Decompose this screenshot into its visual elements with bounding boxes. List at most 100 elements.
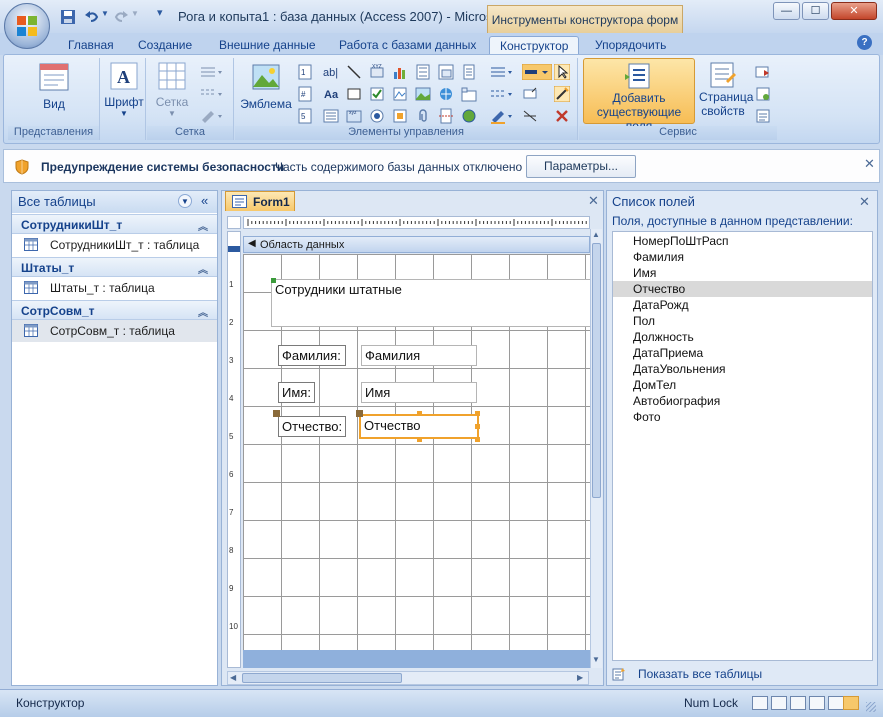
add-existing-fields-button[interactable]: Добавить существующие поля — [583, 58, 695, 133]
convert-macros-icon[interactable] — [755, 108, 771, 124]
name-textbox[interactable]: Имя — [361, 382, 477, 403]
title-control-icon[interactable]: 1 — [297, 64, 313, 80]
tab-database-tools[interactable]: Работа с базами данных — [329, 36, 486, 55]
save-icon[interactable] — [60, 9, 76, 25]
form-selector[interactable] — [227, 216, 241, 229]
name-label[interactable]: Имя: — [278, 382, 315, 403]
nav-group-staff[interactable]: СотрудникиШт_т ︽ — [12, 214, 217, 234]
pivot-chart-view-button[interactable] — [809, 696, 825, 710]
help-icon[interactable]: ? — [857, 35, 872, 50]
line-icon[interactable] — [346, 64, 362, 80]
patronymic-textbox-selected[interactable]: Отчество — [359, 414, 479, 439]
radio-button-icon[interactable] — [369, 108, 385, 124]
surname-label[interactable]: Фамилия: — [278, 345, 346, 366]
view-button[interactable]: Вид — [30, 61, 78, 111]
close-message-bar-icon[interactable]: ✕ — [864, 156, 875, 172]
border-thickness-icon[interactable] — [489, 64, 513, 80]
line-style-icon[interactable] — [522, 108, 538, 124]
design-grid[interactable]: Сотрудники штатные Фамилия: Фамилия Имя:… — [243, 254, 590, 650]
list-box-icon[interactable] — [323, 108, 339, 124]
nav-item-part-time-table[interactable]: СотрСовм_т : таблица — [12, 320, 217, 342]
resize-grip-icon[interactable] — [866, 702, 876, 712]
text-box-icon[interactable]: ab| — [323, 64, 339, 80]
customize-qat-icon[interactable]: ▾ — [157, 6, 163, 19]
web-browser-icon[interactable] — [461, 108, 477, 124]
collapse-group-icon[interactable]: ︽ — [198, 304, 208, 319]
unbound-object-icon[interactable] — [392, 86, 408, 102]
page-numbers-icon[interactable]: # — [297, 86, 313, 102]
field-item[interactable]: Фамилия — [613, 249, 872, 265]
activex-icon[interactable] — [554, 108, 570, 124]
redo-dropdown-icon[interactable]: ▼ — [131, 9, 139, 18]
collapse-group-icon[interactable]: ︽ — [198, 261, 208, 276]
border-color-icon[interactable] — [489, 108, 513, 124]
toggle-button-icon[interactable]: XYZ — [369, 64, 385, 80]
field-item[interactable]: Имя — [613, 265, 872, 281]
form-view-button[interactable] — [752, 696, 768, 710]
resize-handle[interactable] — [475, 437, 480, 442]
pivot-table-view-button[interactable] — [790, 696, 806, 710]
scroll-up-icon[interactable]: ▲ — [592, 230, 600, 239]
tab-control-icon[interactable] — [461, 86, 477, 102]
field-item-selected[interactable]: Отчество — [613, 281, 872, 297]
tab-design[interactable]: Конструктор — [489, 36, 580, 55]
tab-home[interactable]: Главная — [58, 36, 124, 55]
surname-textbox[interactable]: Фамилия — [361, 345, 477, 366]
horizontal-scrollbar[interactable]: ◀ ▶ — [227, 671, 589, 685]
close-button[interactable]: ✕ — [831, 2, 877, 20]
subform-icon[interactable] — [438, 64, 454, 80]
tab-create[interactable]: Создание — [128, 36, 202, 55]
chart-icon[interactable] — [392, 64, 408, 80]
bound-object-icon[interactable] — [392, 108, 408, 124]
collapse-nav-pane-icon[interactable]: « — [201, 193, 208, 208]
insert-page-icon[interactable] — [461, 64, 477, 80]
undo-dropdown-icon[interactable]: ▼ — [101, 9, 109, 18]
field-item[interactable]: Пол — [613, 313, 872, 329]
logo-button[interactable]: Эмблема — [239, 61, 293, 111]
field-item[interactable]: НомерПоШтРасп — [613, 233, 872, 249]
resize-handle[interactable] — [475, 411, 480, 416]
close-document-icon[interactable]: ✕ — [588, 193, 599, 209]
form-title-label[interactable]: Сотрудники штатные — [271, 279, 590, 327]
image-icon[interactable] — [415, 86, 431, 102]
design-view-button[interactable] — [843, 696, 859, 710]
nav-menu-dropdown-icon[interactable]: ▼ — [178, 194, 192, 208]
property-sheet-button[interactable]: Страница свойств — [699, 61, 753, 118]
resize-handle[interactable] — [417, 437, 422, 442]
combo-box-icon[interactable] — [415, 64, 431, 80]
field-item[interactable]: Фото — [613, 409, 872, 425]
scroll-down-icon[interactable]: ▼ — [592, 655, 600, 664]
tab-arrange[interactable]: Упорядочить — [585, 36, 676, 55]
field-item[interactable]: ДомТел — [613, 377, 872, 393]
field-item[interactable]: Должность — [613, 329, 872, 345]
line-color-icon[interactable] — [199, 108, 223, 124]
field-item[interactable]: ДатаРожд — [613, 297, 872, 313]
resize-handle[interactable] — [475, 424, 480, 429]
patronymic-label[interactable]: Отчество: — [278, 416, 346, 437]
rectangle-icon[interactable] — [346, 86, 362, 102]
move-handle-label[interactable] — [273, 410, 280, 417]
navigation-pane-header[interactable]: Все таблицы ▼ « — [12, 191, 217, 213]
option-group-icon[interactable]: xyz — [346, 108, 362, 124]
undo-icon[interactable] — [84, 9, 100, 25]
office-button[interactable] — [4, 3, 50, 49]
line-type-icon[interactable] — [199, 86, 223, 102]
collapse-group-icon[interactable]: ︽ — [198, 218, 208, 233]
document-tab-form1[interactable]: Form1 — [225, 191, 295, 211]
scroll-right-icon[interactable]: ▶ — [577, 673, 583, 682]
control-wizards-icon[interactable] — [554, 86, 570, 102]
datasheet-view-button[interactable] — [771, 696, 787, 710]
date-time-icon[interactable]: 5 — [297, 108, 313, 124]
detail-section-header[interactable]: ◀ Область данных — [243, 236, 590, 253]
show-all-tables-link[interactable]: Показать все таблицы — [612, 667, 762, 681]
select-pointer-icon[interactable] — [554, 64, 570, 80]
vertical-scroll-thumb[interactable] — [592, 243, 601, 498]
nav-group-positions[interactable]: Штаты_т ︽ — [12, 257, 217, 277]
nav-item-staff-table[interactable]: СотрудникиШт_т : таблица — [12, 234, 217, 256]
code-icon[interactable] — [755, 86, 771, 102]
tab-external-data[interactable]: Внешние данные — [209, 36, 326, 55]
redo-icon[interactable] — [113, 9, 129, 25]
maximize-button[interactable]: ☐ — [802, 2, 829, 20]
grid-button[interactable]: Сетка ▼ — [151, 61, 193, 118]
attachment-icon[interactable] — [415, 108, 431, 124]
